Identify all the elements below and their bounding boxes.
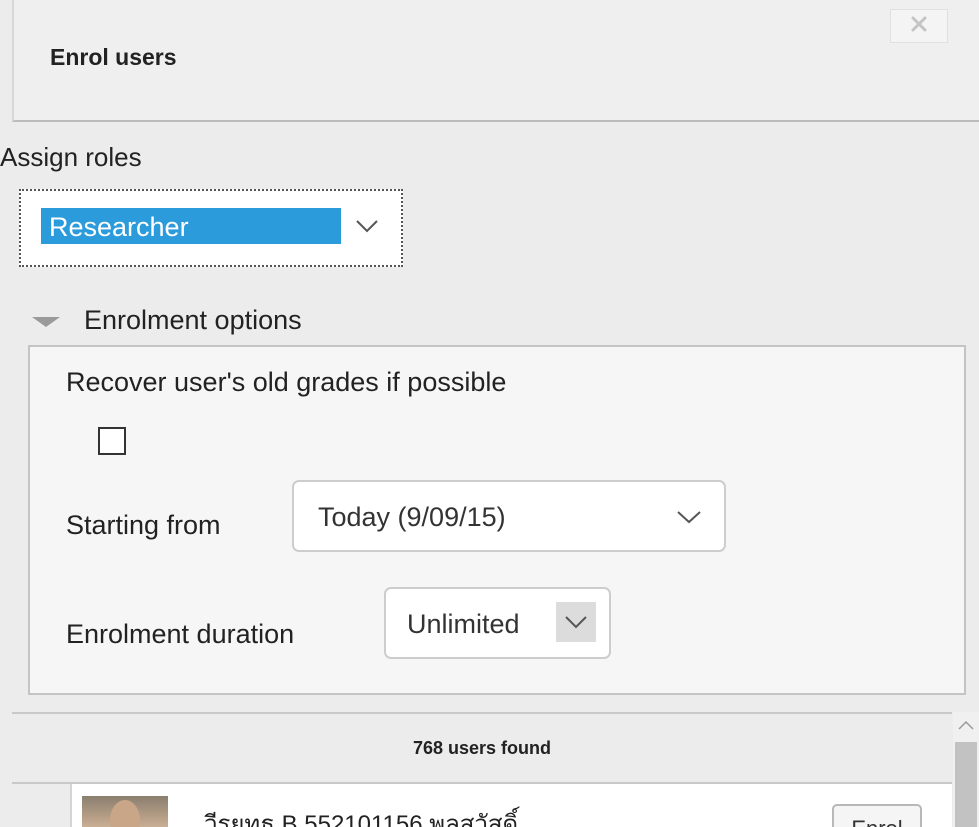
dialog-header: Enrol users bbox=[12, 0, 979, 122]
triangle-down-icon bbox=[32, 317, 60, 327]
enrolment-duration-value: Unlimited bbox=[407, 609, 520, 639]
recover-grades-label: Recover user's old grades if possible bbox=[66, 367, 507, 397]
users-found-count: 768 users found bbox=[412, 738, 552, 758]
enrol-users-dialog: Enrol users Assign roles Researcher Enro… bbox=[0, 0, 979, 827]
close-button[interactable] bbox=[890, 9, 948, 43]
user-name: วีรยุทธ B 552101156 พลสวัสดิ์ bbox=[204, 811, 519, 827]
scrollbar-thumb[interactable] bbox=[955, 742, 977, 827]
chevron-down-icon bbox=[676, 510, 702, 529]
enrolment-duration-select[interactable]: Unlimited bbox=[384, 587, 611, 659]
role-select[interactable]: Researcher bbox=[19, 189, 403, 267]
avatar-face bbox=[110, 800, 140, 827]
starting-from-select[interactable]: Today (9/09/15) bbox=[292, 480, 726, 552]
chevron-down-icon bbox=[355, 219, 379, 238]
enrol-button[interactable]: Enrol bbox=[832, 804, 922, 827]
enrolment-options-label: Enrolment options bbox=[84, 304, 302, 335]
results-scrollbar[interactable] bbox=[953, 712, 979, 827]
user-row: วีรยุทธ B 552101156 พลสวัสดิ์ Enrol bbox=[70, 784, 952, 827]
enrolment-options-panel: Recover user's old grades if possible St… bbox=[28, 345, 966, 695]
avatar bbox=[82, 796, 168, 827]
chevron-up-icon[interactable] bbox=[956, 718, 976, 736]
dialog-title: Enrol users bbox=[50, 44, 177, 70]
close-icon bbox=[910, 15, 928, 38]
enrolment-options-toggle[interactable]: Enrolment options bbox=[32, 302, 302, 338]
starting-from-value: Today (9/09/15) bbox=[318, 502, 506, 532]
starting-from-label: Starting from bbox=[66, 510, 221, 540]
chevron-down-icon bbox=[556, 602, 596, 642]
role-select-value: Researcher bbox=[49, 212, 189, 242]
assign-roles-label: Assign roles bbox=[0, 142, 142, 172]
recover-grades-checkbox[interactable] bbox=[98, 427, 126, 455]
enrolment-duration-label: Enrolment duration bbox=[66, 619, 295, 649]
results-header: 768 users found bbox=[12, 712, 952, 784]
